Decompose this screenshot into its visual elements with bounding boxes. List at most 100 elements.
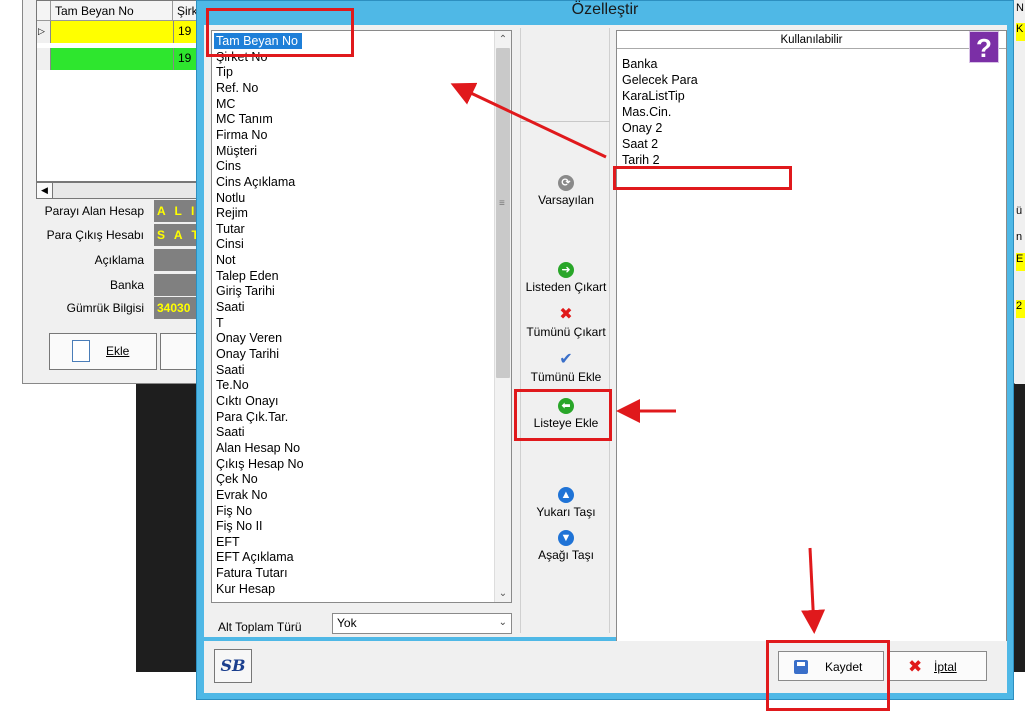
- table-row[interactable]: 19: [37, 48, 213, 70]
- logo-button[interactable]: SB: [214, 649, 252, 683]
- list-item[interactable]: MC: [214, 96, 239, 112]
- subtotal-select[interactable]: Yok ⌄: [332, 613, 512, 634]
- add-all-button[interactable]: ✔ Tümünü Ekle: [520, 351, 612, 385]
- check-icon: ✔: [559, 351, 573, 368]
- list-item[interactable]: Alan Hesap No: [214, 440, 304, 456]
- move-down-label: Aşağı Taşı: [538, 548, 594, 562]
- scrollbar-thumb[interactable]: ≡: [496, 48, 510, 378]
- row-cell-highlight[interactable]: [51, 48, 173, 70]
- field-label-bank: Banka: [109, 278, 144, 292]
- field-label-receiving-account: Parayı Alan Hesap: [44, 204, 144, 218]
- chevron-down-icon[interactable]: ⌄: [499, 617, 507, 628]
- available-list-header: Kullanılabilir: [617, 31, 1006, 49]
- field-label-customs: Gümrük Bilgisi: [66, 301, 144, 315]
- new-document-icon: [72, 340, 90, 362]
- middle-separator: [520, 121, 610, 122]
- right-fragment: n: [1016, 231, 1023, 243]
- dialog-body: Tam Beyan No Şirket No Tip Ref. No MC MC Tanı…: [204, 25, 1007, 642]
- add-all-label: Tümünü Ekle: [530, 370, 602, 384]
- list-item[interactable]: Te.No: [214, 377, 253, 393]
- table-row[interactable]: ▷ 19: [37, 21, 213, 43]
- list-item[interactable]: Çıkış Hesap No: [214, 456, 308, 472]
- remove-all-label: Tümünü Çıkart: [526, 325, 606, 339]
- chevron-up-icon[interactable]: ⌃: [495, 31, 511, 48]
- edit-button[interactable]: [160, 333, 200, 370]
- available-list[interactable]: Kullanılabilir Banka Gelecek Para KaraList…: [616, 30, 1007, 642]
- grid-corner: [37, 1, 51, 21]
- cancel-button-label: İptal: [934, 660, 957, 674]
- field-label-description: Açıklama: [94, 253, 144, 267]
- cancel-button[interactable]: ✖ İptal: [889, 651, 987, 681]
- list-item[interactable]: Firma No: [214, 127, 271, 143]
- list-item[interactable]: Cıktı Onayı: [214, 393, 283, 409]
- add-button-label: Ekle: [106, 344, 130, 358]
- list-item[interactable]: Cins Açıklama: [214, 174, 299, 190]
- list-item[interactable]: Saati: [214, 362, 249, 378]
- list-item[interactable]: Çek No: [214, 471, 262, 487]
- list-item[interactable]: Notlu: [214, 190, 249, 206]
- list-item[interactable]: Onay Tarihi: [214, 346, 283, 362]
- list-item[interactable]: Müşteri: [214, 143, 261, 159]
- list-item[interactable]: Onay Veren: [214, 330, 286, 346]
- annotation-box-selected-column: [206, 8, 354, 57]
- x-icon: ✖: [559, 306, 573, 323]
- list-item[interactable]: MC Tanım: [214, 111, 277, 127]
- help-icon[interactable]: ?: [969, 31, 999, 63]
- move-up-button[interactable]: ▲ Yukarı Taşı: [520, 487, 612, 519]
- list-item[interactable]: Fiş No: [214, 503, 256, 519]
- list-item[interactable]: T: [214, 315, 228, 331]
- default-button-label: Varsayılan: [538, 193, 594, 207]
- list-item[interactable]: KaraListTip: [622, 88, 685, 104]
- list-item[interactable]: EFT Açıklama: [214, 549, 298, 565]
- right-fragment: K: [1016, 23, 1025, 41]
- right-fragment: N: [1016, 2, 1024, 14]
- column-list[interactable]: Tam Beyan No Şirket No Tip Ref. No MC MC Tanı…: [211, 30, 512, 603]
- list-item[interactable]: Talep Eden: [214, 268, 283, 284]
- list-item[interactable]: Banka: [622, 56, 657, 72]
- move-up-label: Yukarı Taşı: [536, 505, 596, 519]
- x-icon: ✖: [908, 657, 923, 676]
- field-label-outgoing-account: Para Çıkış Hesabı: [46, 228, 144, 242]
- list-item[interactable]: Mas.Cin.: [622, 104, 671, 120]
- remove-from-list-button[interactable]: ➜ Listeden Çıkart: [520, 262, 612, 294]
- list-item[interactable]: Onay 2: [622, 120, 662, 136]
- list-item[interactable]: Gelecek Para: [622, 72, 698, 88]
- list-item[interactable]: Saat 2: [622, 136, 658, 152]
- list-item[interactable]: Tutar: [214, 221, 249, 237]
- subtotal-label: Alt Toplam Türü: [218, 620, 302, 634]
- annotation-box-save: [766, 640, 890, 711]
- list-item[interactable]: Ref. No: [214, 80, 262, 96]
- background-hscrollbar[interactable]: ◀: [36, 182, 212, 199]
- default-button[interactable]: ⟳ Varsayılan: [520, 175, 612, 207]
- right-fragment: 2: [1016, 300, 1025, 318]
- move-down-button[interactable]: ▼ Aşağı Taşı: [520, 530, 612, 562]
- row-cell-highlight[interactable]: [51, 21, 173, 43]
- remove-from-list-label: Listeden Çıkart: [525, 280, 607, 294]
- list-item[interactable]: Para Çık.Tar.: [214, 409, 292, 425]
- list-item[interactable]: Giriş Tarihi: [214, 283, 279, 299]
- remove-all-button[interactable]: ✖ Tümünü Çıkart: [520, 306, 612, 340]
- chevron-down-icon[interactable]: ⌄: [495, 585, 511, 602]
- refresh-icon: ⟳: [558, 175, 574, 191]
- list-item[interactable]: Saati: [214, 299, 249, 315]
- list-item[interactable]: Cins: [214, 158, 245, 174]
- list-item[interactable]: Tip: [214, 64, 237, 80]
- add-button[interactable]: Ekle: [49, 333, 157, 370]
- scroll-left-icon[interactable]: ◀: [37, 183, 53, 198]
- grid-header-beyan[interactable]: Tam Beyan No: [51, 1, 173, 21]
- customize-dialog: Özelleştir Tam Beyan No Şirket No Tip Ref. …: [196, 0, 1014, 700]
- list-item[interactable]: Fiş No II: [214, 518, 267, 534]
- list-item[interactable]: Cinsi: [214, 236, 248, 252]
- list-item[interactable]: Evrak No: [214, 487, 271, 503]
- list-item[interactable]: Saati: [214, 424, 249, 440]
- row-indicator: [37, 48, 51, 70]
- list-item[interactable]: Fatura Tutarı: [214, 565, 292, 581]
- right-fragment: E: [1016, 253, 1025, 271]
- row-indicator: ▷: [37, 21, 51, 43]
- column-list-scrollbar[interactable]: ⌃ ≡ ⌄: [494, 31, 511, 602]
- background-grid[interactable]: Tam Beyan No Şirk ▷ 19 19: [36, 0, 213, 182]
- list-item[interactable]: Kur Hesap: [214, 581, 279, 597]
- list-item[interactable]: Not: [214, 252, 239, 268]
- list-item[interactable]: EFT: [214, 534, 244, 550]
- list-item[interactable]: Rejim: [214, 205, 252, 221]
